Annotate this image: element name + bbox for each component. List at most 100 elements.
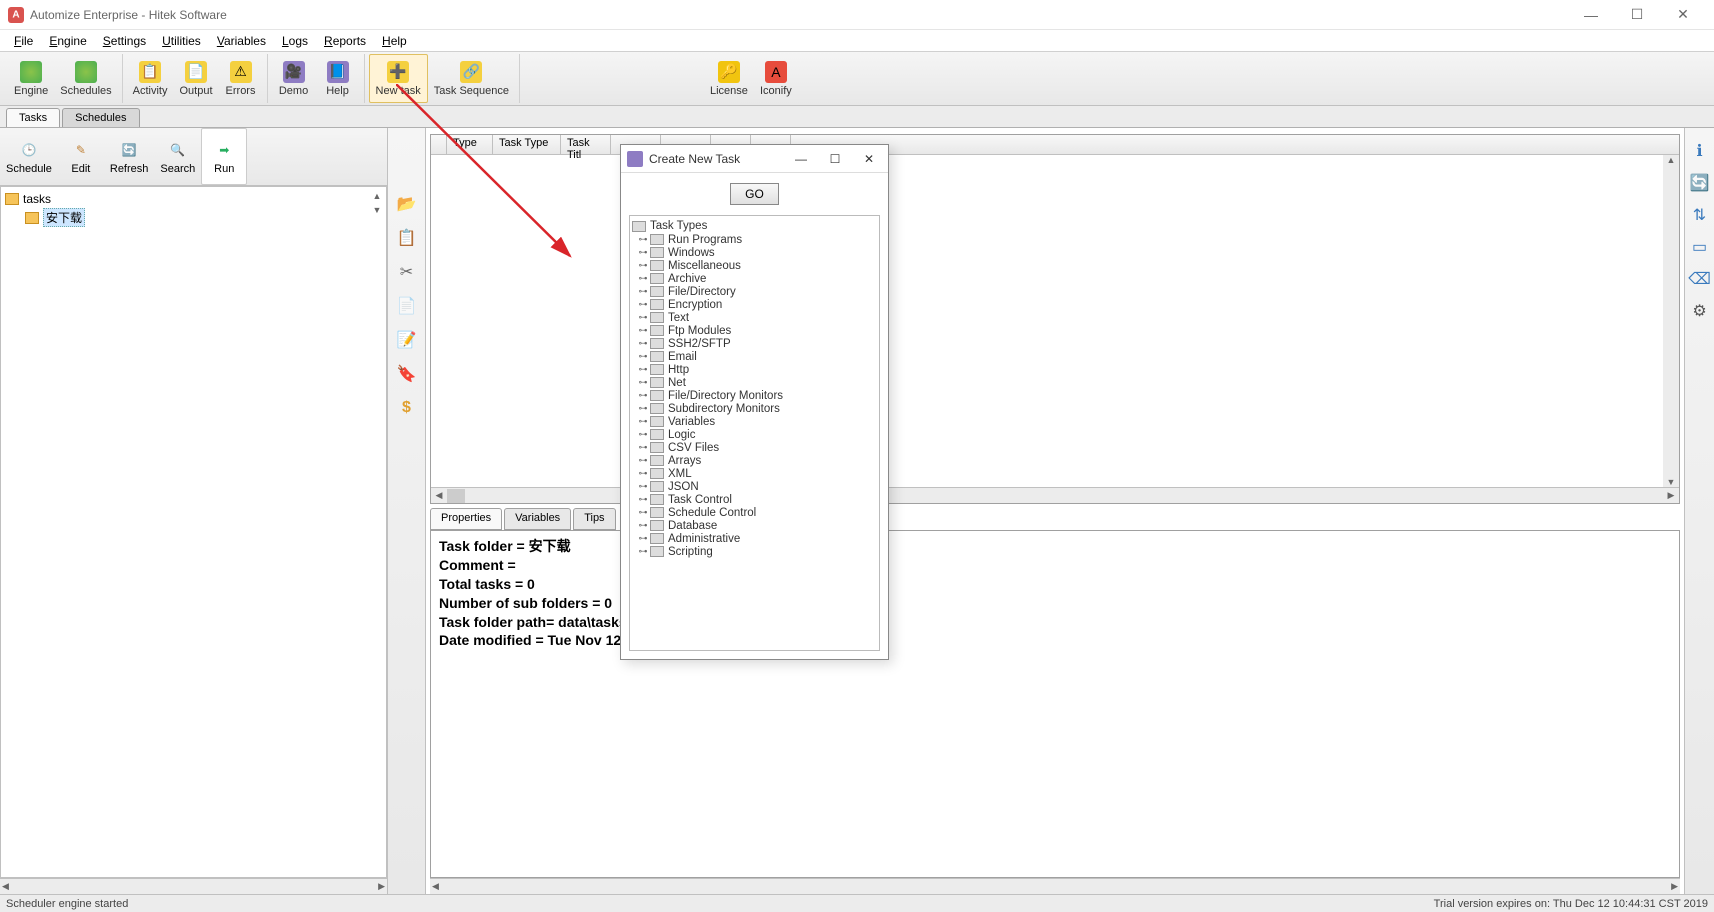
window-close[interactable]: ✕: [1660, 0, 1706, 30]
task-type-node[interactable]: ⊶XML: [638, 467, 877, 480]
tab-variables[interactable]: Variables: [504, 508, 571, 530]
task-type-node[interactable]: ⊶Scripting: [638, 545, 877, 558]
task-sequence-button[interactable]: 🔗Task Sequence: [428, 54, 515, 103]
paste-icon[interactable]: 📄: [395, 294, 419, 318]
expand-icon[interactable]: ⊶: [638, 456, 648, 466]
task-type-node[interactable]: ⊶Ftp Modules: [638, 324, 877, 337]
left-scrollbar[interactable]: ◀▶: [0, 878, 387, 894]
expand-icon[interactable]: ⊶: [638, 404, 648, 414]
output-button[interactable]: 📄Output: [173, 54, 218, 103]
activity-button[interactable]: 📋Activity: [127, 54, 174, 103]
task-type-node[interactable]: ⊶Email: [638, 350, 877, 363]
errors-button[interactable]: ⚠Errors: [219, 54, 263, 103]
refresh-right-icon[interactable]: 🔄: [1689, 172, 1711, 194]
task-type-node[interactable]: ⊶JSON: [638, 480, 877, 493]
task-type-node[interactable]: ⊶Database: [638, 519, 877, 532]
expand-icon[interactable]: ⊶: [638, 508, 648, 518]
expand-icon[interactable]: ⊶: [638, 287, 648, 297]
task-type-node[interactable]: ⊶SSH2/SFTP: [638, 337, 877, 350]
col-type[interactable]: Type: [447, 135, 493, 154]
grid-hscroll[interactable]: ◀▶: [431, 487, 1679, 503]
expand-icon[interactable]: ⊶: [638, 417, 648, 427]
menu-variables[interactable]: Variables: [209, 32, 274, 50]
menu-file[interactable]: File: [6, 32, 41, 50]
window-minimize[interactable]: —: [1568, 0, 1614, 30]
tab-tasks[interactable]: Tasks: [6, 108, 60, 127]
expand-icon[interactable]: ⊶: [638, 274, 648, 284]
dialog-minimize[interactable]: —: [784, 147, 818, 171]
tree-node-child[interactable]: 安下载: [25, 207, 382, 228]
expand-icon[interactable]: ⊶: [638, 521, 648, 531]
tab-tips[interactable]: Tips: [573, 508, 615, 530]
schedule-button[interactable]: 🕒Schedule: [0, 128, 58, 185]
expand-icon[interactable]: ⊶: [638, 313, 648, 323]
expand-icon[interactable]: ⊶: [638, 261, 648, 271]
col-blank[interactable]: [431, 135, 447, 154]
tab-properties[interactable]: Properties: [430, 508, 502, 530]
iconify-button[interactable]: AIconify: [754, 54, 798, 103]
expand-icon[interactable]: ⊶: [638, 391, 648, 401]
expand-icon[interactable]: ⊶: [638, 443, 648, 453]
expand-icon[interactable]: ⊶: [638, 378, 648, 388]
menu-utilities[interactable]: Utilities: [154, 32, 209, 50]
task-type-node[interactable]: ⊶Net: [638, 376, 877, 389]
task-type-node[interactable]: ⊶Http: [638, 363, 877, 376]
gear-icon[interactable]: ⚙: [1689, 300, 1711, 322]
task-type-node[interactable]: ⊶File/Directory: [638, 285, 877, 298]
menu-settings[interactable]: Settings: [95, 32, 154, 50]
task-type-node[interactable]: ⊶Subdirectory Monitors: [638, 402, 877, 415]
sort-arrows-icon[interactable]: ⇅: [1689, 204, 1711, 226]
task-type-node[interactable]: ⊶Arrays: [638, 454, 877, 467]
task-type-node[interactable]: ⊶File/Directory Monitors: [638, 389, 877, 402]
dialog-maximize[interactable]: ☐: [818, 147, 852, 171]
info-icon[interactable]: ℹ: [1689, 140, 1711, 162]
expand-icon[interactable]: ⊶: [638, 534, 648, 544]
right-bottom-scroll[interactable]: ◀▶: [430, 878, 1680, 894]
task-type-node[interactable]: ⊶Text: [638, 311, 877, 324]
menu-reports[interactable]: Reports: [316, 32, 374, 50]
expand-icon[interactable]: ⊶: [638, 482, 648, 492]
mark-icon[interactable]: 🔖: [395, 362, 419, 386]
expand-icon[interactable]: ⊶: [638, 547, 648, 557]
menu-engine[interactable]: Engine: [41, 32, 94, 50]
task-type-node[interactable]: ⊶Schedule Control: [638, 506, 877, 519]
task-type-node[interactable]: ⊶Windows: [638, 246, 877, 259]
expand-icon[interactable]: ⊶: [638, 248, 648, 258]
tree-root-tasks[interactable]: tasks: [5, 191, 382, 207]
expand-icon[interactable]: ⊶: [638, 300, 648, 310]
col-tasktitle[interactable]: Task Titl: [561, 135, 611, 154]
expand-icon[interactable]: ⊶: [638, 352, 648, 362]
tree-up-icon[interactable]: ▲: [370, 189, 384, 203]
task-type-node[interactable]: ⊶Archive: [638, 272, 877, 285]
task-type-node[interactable]: ⊶Encryption: [638, 298, 877, 311]
schedules-button[interactable]: Schedules: [54, 54, 117, 103]
run-button[interactable]: ➡Run: [201, 128, 247, 185]
copy-icon[interactable]: 📋: [395, 226, 419, 250]
expand-icon[interactable]: ⊶: [638, 469, 648, 479]
expand-icon[interactable]: ⊶: [638, 495, 648, 505]
help-button[interactable]: 📘Help: [316, 54, 360, 103]
task-type-node[interactable]: ⊶Run Programs: [638, 233, 877, 246]
expand-icon[interactable]: ⊶: [638, 430, 648, 440]
tree-down-icon[interactable]: ▼: [370, 203, 384, 217]
search-button[interactable]: 🔍Search: [154, 128, 201, 185]
open-folder-icon[interactable]: 📂: [395, 192, 419, 216]
dollar-icon[interactable]: $: [395, 396, 419, 420]
refresh-button[interactable]: 🔄Refresh: [104, 128, 155, 185]
dialog-titlebar[interactable]: Create New Task — ☐ ✕: [621, 145, 888, 173]
task-type-node[interactable]: ⊶Logic: [638, 428, 877, 441]
tab-schedules[interactable]: Schedules: [62, 108, 139, 127]
menu-help[interactable]: Help: [374, 32, 415, 50]
menu-logs[interactable]: Logs: [274, 32, 316, 50]
cut-icon[interactable]: ✂: [395, 260, 419, 284]
license-button[interactable]: 🔑License: [704, 54, 754, 103]
col-tasktype[interactable]: Task Type: [493, 135, 561, 154]
task-type-node[interactable]: ⊶Administrative: [638, 532, 877, 545]
window-maximize[interactable]: ☐: [1614, 0, 1660, 30]
demo-button[interactable]: 🎥Demo: [272, 54, 316, 103]
task-type-node[interactable]: ⊶Miscellaneous: [638, 259, 877, 272]
new-task-button[interactable]: ➕New task: [369, 54, 428, 103]
edit-note-icon[interactable]: 📝: [395, 328, 419, 352]
edit-button[interactable]: ✎Edit: [58, 128, 104, 185]
go-button[interactable]: GO: [730, 183, 779, 205]
